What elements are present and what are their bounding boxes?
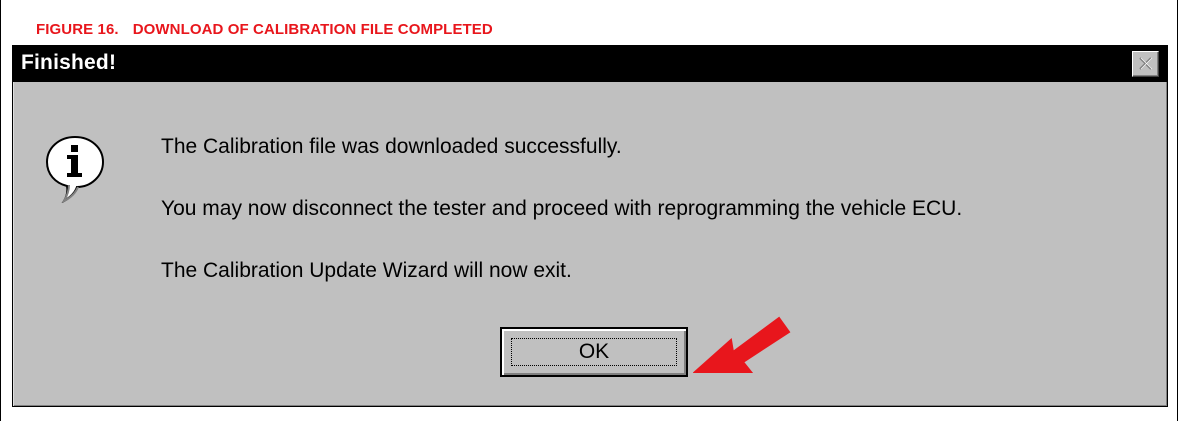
message-line-2: You may now disconnect the tester and pr… bbox=[161, 197, 963, 220]
finished-dialog: Finished! The Calibration file was downl… bbox=[12, 45, 1168, 407]
dialog-titlebar[interactable]: Finished! bbox=[13, 46, 1167, 82]
pointer-arrow-icon bbox=[693, 316, 791, 373]
ok-button-label: OK bbox=[578, 340, 610, 363]
message-line-1: The Calibration file was downloaded succ… bbox=[161, 135, 622, 158]
info-icon bbox=[45, 135, 105, 203]
ok-button[interactable]: OK bbox=[500, 327, 688, 377]
figure-number: FIGURE 16. bbox=[36, 21, 119, 38]
figure-title: DOWNLOAD OF CALIBRATION FILE COMPLETED bbox=[132, 21, 493, 38]
close-button[interactable] bbox=[1132, 51, 1159, 77]
close-icon bbox=[1139, 57, 1153, 70]
dialog-title: Finished! bbox=[21, 51, 117, 74]
figure-caption: FIGURE 16. DOWNLOAD OF CALIBRATION FILE C… bbox=[36, 21, 493, 38]
message-line-3: The Calibration Update Wizard will now e… bbox=[161, 259, 572, 282]
